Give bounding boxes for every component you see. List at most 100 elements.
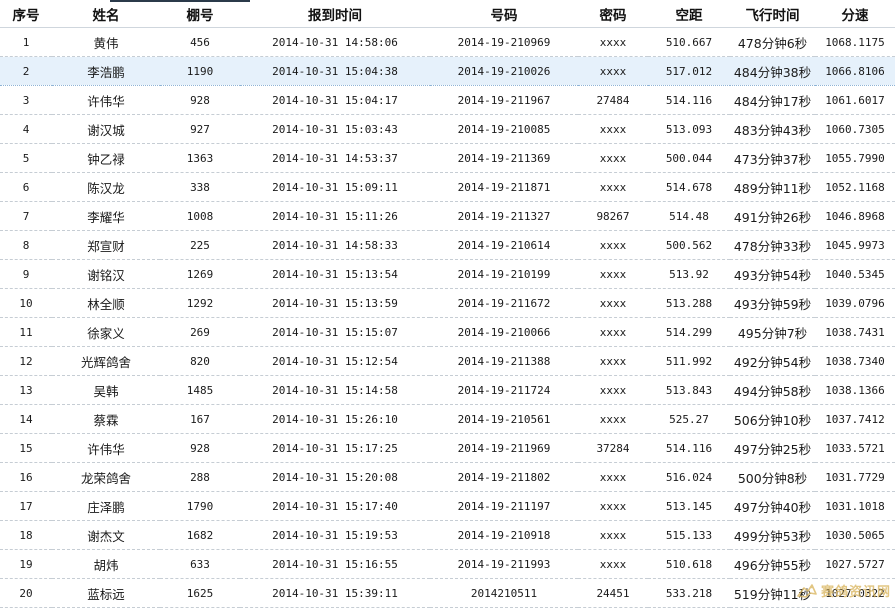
cell-speed: 1031.7729 xyxy=(815,462,895,492)
table-row[interactable]: 19 胡炜 633 2014-10-31 15:16:55 2014-19-211993… xyxy=(0,549,895,579)
column-header-distance[interactable]: 空距 xyxy=(648,0,730,28)
cell-flight-time: 497分钟40秒 xyxy=(730,491,815,521)
column-header-ring-number[interactable]: 号码 xyxy=(430,0,578,28)
cell-name: 蔡霖 xyxy=(52,404,160,434)
cell-ring-number: 2014-19-211993 xyxy=(430,549,578,579)
cell-rank: 1 xyxy=(0,27,52,57)
cell-name: 李浩鹏 xyxy=(52,56,160,86)
table-row[interactable]: 17 庄泽鹏 1790 2014-10-31 15:17:40 2014-19-2111… xyxy=(0,491,895,521)
cell-flight-time: 478分钟6秒 xyxy=(730,27,815,57)
cell-name: 吴韩 xyxy=(52,375,160,405)
cell-name: 黄伟 xyxy=(52,27,160,57)
column-header-rank[interactable]: 序号 xyxy=(0,0,52,28)
cell-name: 庄泽鹏 xyxy=(52,491,160,521)
table-body: 1 黄伟 456 2014-10-31 14:58:06 2014-19-210969 x… xyxy=(0,27,895,608)
cell-password: xxxx xyxy=(578,27,648,57)
cell-rank: 12 xyxy=(0,346,52,376)
cell-speed: 1045.9973 xyxy=(815,230,895,260)
table-row[interactable]: 7 李耀华 1008 2014-10-31 15:11:26 2014-19-21132… xyxy=(0,201,895,231)
cell-rank: 8 xyxy=(0,230,52,260)
cell-ring-number: 2014-19-210199 xyxy=(430,259,578,289)
table-row[interactable]: 10 林全顺 1292 2014-10-31 15:13:59 2014-19-2116… xyxy=(0,288,895,318)
cell-speed: 1027.5727 xyxy=(815,549,895,579)
cell-distance: 513.843 xyxy=(648,375,730,405)
table-row[interactable]: 3 许伟华 928 2014-10-31 15:04:17 2014-19-211967… xyxy=(0,85,895,115)
table-row[interactable]: 1 黄伟 456 2014-10-31 14:58:06 2014-19-210969 x… xyxy=(0,27,895,57)
cell-distance: 514.678 xyxy=(648,172,730,202)
site-watermark: 赛鸽资讯网 xyxy=(796,581,891,600)
cell-ring-number: 2014-19-210561 xyxy=(430,404,578,434)
cell-speed: 1060.7305 xyxy=(815,114,895,144)
cell-loft-number: 633 xyxy=(160,549,240,579)
table-row[interactable]: 12 光辉鸽舍 820 2014-10-31 15:12:54 2014-19-2113… xyxy=(0,346,895,376)
cell-arrival-time: 2014-10-31 15:15:07 xyxy=(240,317,430,347)
table-row[interactable]: 5 钟乙禄 1363 2014-10-31 14:53:37 2014-19-21136… xyxy=(0,143,895,173)
table-row[interactable]: 14 蔡霖 167 2014-10-31 15:26:10 2014-19-210561… xyxy=(0,404,895,434)
cell-speed: 1039.0796 xyxy=(815,288,895,318)
column-header-password[interactable]: 密码 xyxy=(578,0,648,28)
column-header-speed[interactable]: 分速 xyxy=(815,0,895,28)
column-header-flight-time[interactable]: 飞行时间 xyxy=(730,0,815,28)
cell-distance: 513.145 xyxy=(648,491,730,521)
cell-arrival-time: 2014-10-31 15:13:54 xyxy=(240,259,430,289)
cell-distance: 516.024 xyxy=(648,462,730,492)
table-row[interactable]: 18 谢杰文 1682 2014-10-31 15:19:53 2014-19-2109… xyxy=(0,520,895,550)
table-row[interactable]: 9 谢铭汉 1269 2014-10-31 15:13:54 2014-19-21019… xyxy=(0,259,895,289)
cell-distance: 500.562 xyxy=(648,230,730,260)
cell-password: xxxx xyxy=(578,404,648,434)
cell-password: xxxx xyxy=(578,230,648,260)
table-row[interactable]: 4 谢汉城 927 2014-10-31 15:03:43 2014-19-210085… xyxy=(0,114,895,144)
column-header-loft-number[interactable]: 棚号 xyxy=(160,0,240,28)
cell-password: xxxx xyxy=(578,520,648,550)
cell-distance: 511.992 xyxy=(648,346,730,376)
cell-rank: 20 xyxy=(0,578,52,608)
cell-name: 徐家义 xyxy=(52,317,160,347)
table-row[interactable]: 2 李浩鹏 1190 2014-10-31 15:04:38 2014-19-21002… xyxy=(0,56,895,86)
cell-rank: 11 xyxy=(0,317,52,347)
table-row[interactable]: 15 许伟华 928 2014-10-31 15:17:25 2014-19-21196… xyxy=(0,433,895,463)
cell-password: xxxx xyxy=(578,317,648,347)
table-row[interactable]: 8 郑宣财 225 2014-10-31 14:58:33 2014-19-210614… xyxy=(0,230,895,260)
table-row[interactable]: 13 吴韩 1485 2014-10-31 15:14:58 2014-19-21172… xyxy=(0,375,895,405)
column-header-arrival-time[interactable]: 报到时间 xyxy=(240,0,430,28)
table-row[interactable]: 6 陈汉龙 338 2014-10-31 15:09:11 2014-19-211871… xyxy=(0,172,895,202)
cell-loft-number: 288 xyxy=(160,462,240,492)
cell-loft-number: 820 xyxy=(160,346,240,376)
cell-distance: 515.133 xyxy=(648,520,730,550)
table-row[interactable]: 20 蓝标远 1625 2014-10-31 15:39:11 2014210511 24… xyxy=(0,578,895,608)
cell-speed: 1033.5721 xyxy=(815,433,895,463)
cell-name: 许伟华 xyxy=(52,85,160,115)
column-header-name[interactable]: 姓名 xyxy=(52,0,160,28)
cell-rank: 6 xyxy=(0,172,52,202)
cell-loft-number: 1625 xyxy=(160,578,240,608)
cell-rank: 18 xyxy=(0,520,52,550)
cell-flight-time: 478分钟33秒 xyxy=(730,230,815,260)
cell-password: xxxx xyxy=(578,172,648,202)
cell-arrival-time: 2014-10-31 15:09:11 xyxy=(240,172,430,202)
cell-distance: 514.48 xyxy=(648,201,730,231)
cell-speed: 1066.8106 xyxy=(815,56,895,86)
watermark-text: 赛鸽资讯网 xyxy=(820,585,891,600)
cell-arrival-time: 2014-10-31 15:11:26 xyxy=(240,201,430,231)
cell-flight-time: 494分钟58秒 xyxy=(730,375,815,405)
cell-speed: 1031.1018 xyxy=(815,491,895,521)
cell-rank: 16 xyxy=(0,462,52,492)
cell-ring-number: 2014-19-210918 xyxy=(430,520,578,550)
cell-loft-number: 456 xyxy=(160,27,240,57)
cell-password: xxxx xyxy=(578,491,648,521)
cell-loft-number: 269 xyxy=(160,317,240,347)
table-row[interactable]: 11 徐家义 269 2014-10-31 15:15:07 2014-19-21006… xyxy=(0,317,895,347)
cell-distance: 510.618 xyxy=(648,549,730,579)
cell-ring-number: 2014-19-211388 xyxy=(430,346,578,376)
cell-password: xxxx xyxy=(578,56,648,86)
cell-password: 24451 xyxy=(578,578,648,608)
cell-distance: 525.27 xyxy=(648,404,730,434)
cell-loft-number: 1008 xyxy=(160,201,240,231)
table-row[interactable]: 16 龙荣鸽舍 288 2014-10-31 15:20:08 2014-19-2118… xyxy=(0,462,895,492)
cell-distance: 513.093 xyxy=(648,114,730,144)
cell-loft-number: 1269 xyxy=(160,259,240,289)
cell-name: 谢汉城 xyxy=(52,114,160,144)
cell-speed: 1037.7412 xyxy=(815,404,895,434)
cell-ring-number: 2014-19-211672 xyxy=(430,288,578,318)
cell-rank: 7 xyxy=(0,201,52,231)
